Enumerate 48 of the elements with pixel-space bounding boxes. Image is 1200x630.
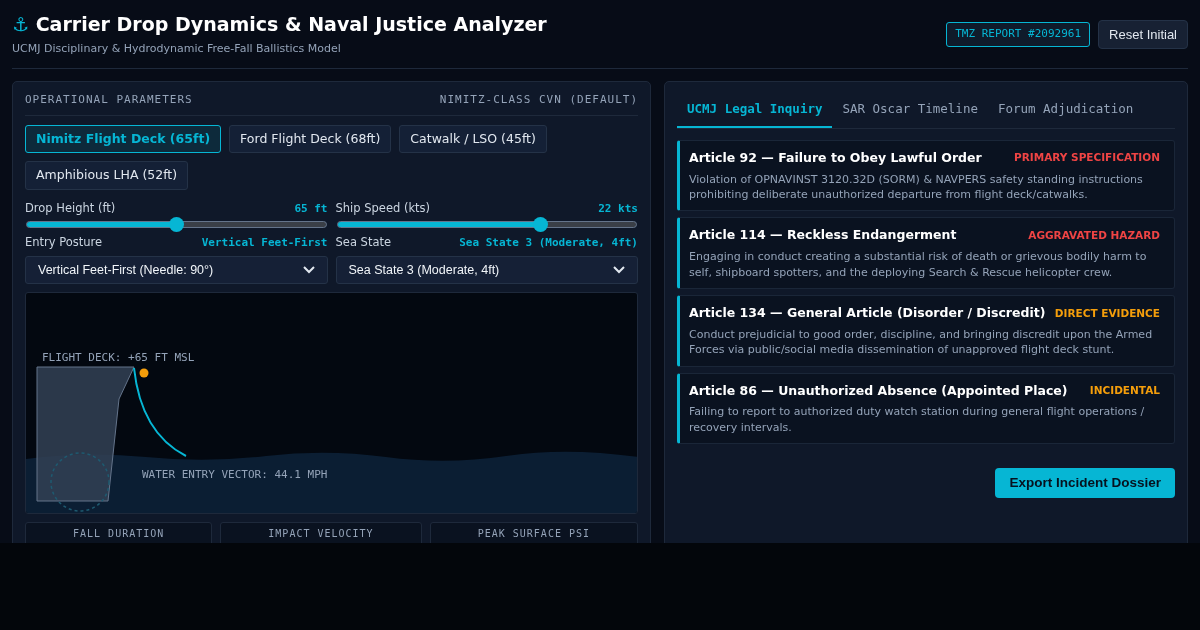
select-label: Sea State — [335, 234, 392, 252]
article-title: Article 86 — Unauthorized Absence (Appointed Place) — [689, 381, 1068, 400]
jumper-dot — [139, 368, 149, 378]
article-description: Failing to report to authorized duty watch station during general flight operations / recovery intervals. — [689, 404, 1146, 436]
slider-reading: 65 ft — [294, 200, 328, 217]
select-reading: Vertical Feet-First — [201, 235, 328, 252]
vessel-label: NIMITZ-CLASS CVN (DEFAULT) — [439, 92, 638, 109]
stat-label: PEAK SURFACE PSI — [477, 528, 590, 540]
tab[interactable]: UCMJ Legal Inquiry — [677, 94, 833, 128]
article-description: Conduct prejudicial to good order, discipline, and bringing discredit upon the Armed Forces via public/social media dissemination of unapproved flight deck stunt. — [689, 326, 1154, 358]
severity-tag: AGGRAVATED HAZARD — [1028, 227, 1160, 244]
slider-label: Drop Height (ft) — [25, 200, 116, 218]
preset-button[interactable]: Amphibious LHA (52ft) — [25, 161, 189, 191]
article-description: Violation of OPNAVINST 3120.32D (SORM) & NAVPERS safety standing instructions prohibiting deliberate unauthorized departure from flight deck/catwalks. — [689, 171, 1144, 203]
article-title: Article 114 — Reckless Endangerment — [689, 226, 957, 245]
page-subtitle: UCMJ Disciplinary & Hydrodynamic Free-Fall Ballistics Model — [12, 40, 342, 57]
tab[interactable]: SAR Oscar Timeline — [832, 94, 988, 128]
severity-tag: DIRECT EVIDENCE — [1054, 305, 1160, 322]
tab[interactable]: Forum Adjudication — [987, 94, 1144, 128]
slider-thumb[interactable] — [533, 217, 549, 233]
select-reading: Sea State 3 (Moderate, 4ft) — [459, 235, 638, 252]
article-title: Article 134 — General Article (Disorder / Discredit) — [689, 304, 1046, 322]
splash-ring — [50, 452, 110, 513]
export-button[interactable]: Export Incident Dossier — [995, 468, 1175, 499]
chevron-down-icon — [613, 266, 625, 275]
deck-label: FLIGHT DECK: +65 FT MSL — [42, 351, 195, 365]
article-title: Article 92 — Failure to Obey Lawful Order — [689, 148, 982, 167]
severity-tag: PRIMARY SPECIFICATION — [1014, 150, 1160, 167]
preset-button[interactable]: Catwalk / LSO (45ft) — [399, 124, 547, 154]
panel-title: OPERATIONAL PARAMETERS — [25, 92, 193, 109]
preset-button[interactable]: Ford Flight Deck (68ft) — [229, 124, 392, 154]
slider-thumb[interactable] — [169, 217, 185, 233]
stat-label: FALL DURATION — [73, 528, 165, 540]
select-field[interactable]: Vertical Feet-First (Needle: 90°) — [25, 255, 328, 285]
anchor-icon: ⚓ — [12, 13, 30, 35]
slider-reading: 22 kts — [598, 200, 638, 217]
page-title: Carrier Drop Dynamics & Naval Justice Analyzer — [35, 13, 547, 35]
vector-label: WATER ENTRY VECTOR: 44.1 MPH — [142, 468, 328, 482]
select-label: Entry Posture — [25, 234, 103, 252]
severity-tag: INCIDENTAL — [1089, 383, 1160, 399]
report-badge: TMZ REPORT #2092961 — [946, 22, 1091, 47]
reset-button[interactable]: Reset Initial — [1098, 19, 1188, 50]
slider-label: Ship Speed (kts) — [335, 200, 431, 218]
chevron-down-icon — [302, 266, 315, 275]
article-description: Engaging in conduct creating a substantial risk of death or grievous bodily harm to self, shipboard spotters, and the deploying Search & Rescue helicopter crew. — [689, 249, 1148, 280]
preset-button[interactable]: Nimitz Flight Deck (65ft) — [25, 124, 222, 154]
select-field[interactable]: Sea State 3 (Moderate, 4ft) — [335, 255, 638, 285]
stat-label: IMPACT VELOCITY — [268, 528, 374, 540]
